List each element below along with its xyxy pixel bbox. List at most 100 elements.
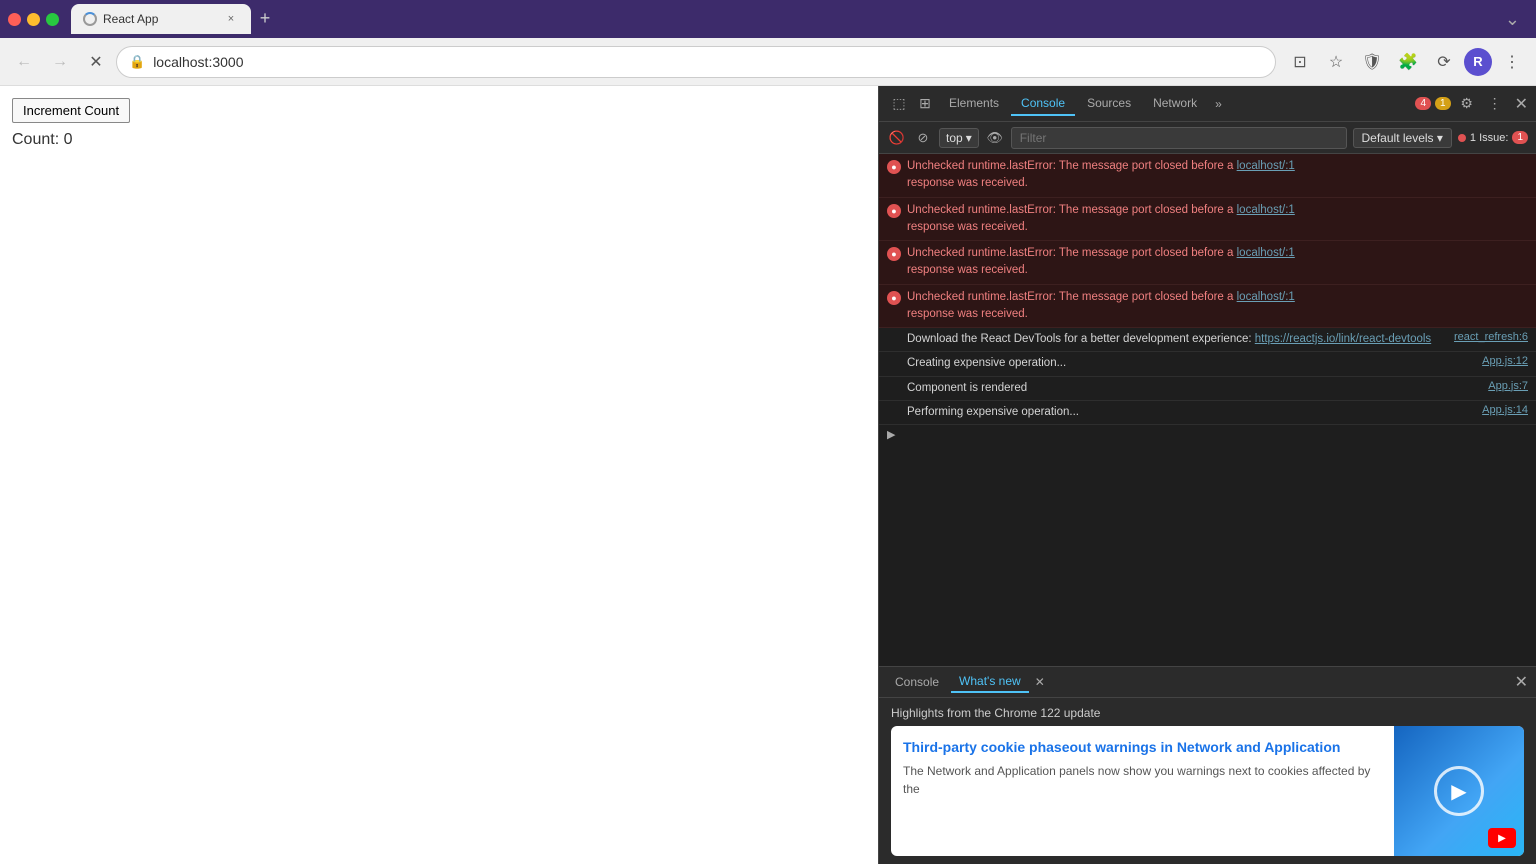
app-js-14-link[interactable]: App.js:14 [1482,404,1528,416]
devtools-msg-text: Download the React DevTools for a better… [907,331,1448,348]
devtools-tab-sources[interactable]: Sources [1077,92,1141,116]
news-card: Third-party cookie phaseout warnings in … [891,726,1524,856]
devtools-responsive-button[interactable]: ⊞ [913,92,937,116]
error-text-1: Unchecked runtime.lastError: The message… [907,158,1528,193]
secure-icon: 🔒 [129,54,145,70]
bottom-panel-close-button[interactable]: ✕ [1515,672,1528,692]
devtools-bottom-panel: Console What's new ✕ ✕ Highlights from t… [879,666,1536,864]
devtools-inspect-button[interactable]: ⬚ [887,92,911,116]
traffic-lights [8,13,59,26]
error-icon-1: ● [887,160,901,174]
devtools-close-button[interactable]: ✕ [1515,94,1528,114]
issue-dot [1458,134,1466,142]
devtools-tab-console[interactable]: Console [1011,92,1075,116]
maximize-window-button[interactable] [46,13,59,26]
reload-button[interactable]: ✕ [80,46,112,78]
cast-button[interactable]: ⊡ [1284,46,1316,78]
news-body: The Network and Application panels now s… [903,762,1382,798]
rendered-text: Component is rendered [907,380,1482,397]
creating-op-text: Creating expensive operation... [907,355,1476,372]
whats-new-content: Highlights from the Chrome 122 update Th… [879,698,1536,864]
devtools-more-button[interactable]: ⋮ [1483,92,1507,116]
browser-menu-dots[interactable]: ⋮ [1496,46,1528,78]
profile-button[interactable]: R [1464,48,1492,76]
extensions-button[interactable]: 🧩 [1392,46,1424,78]
address-bar[interactable]: 🔒 localhost:3000 [116,46,1276,78]
devtools-tab-elements[interactable]: Elements [939,92,1009,116]
console-msg-rendered: Component is rendered App.js:7 [879,377,1536,401]
error-link-2[interactable]: localhost/:1 [1237,204,1295,216]
react-app-area: Increment Count Count: 0 [0,86,878,864]
forward-button[interactable]: → [44,46,76,78]
console-error-2: ● Unchecked runtime.lastError: The messa… [879,198,1536,242]
shield-button[interactable]: 🛡 [1356,46,1388,78]
nav-bar: ← → ✕ 🔒 localhost:3000 ⊡ ☆ 🛡 🧩 ⟳ R ⋮ [0,38,1536,86]
context-label: top [946,131,963,145]
devtools-tab-network[interactable]: Network [1143,92,1207,116]
error-badge: 4 [1415,97,1431,110]
tab-bar: React App × + [71,4,1497,34]
close-window-button[interactable] [8,13,21,26]
play-circle-icon: ▶ [1434,766,1484,816]
error-icon-2: ● [887,204,901,218]
address-text: localhost:3000 [153,54,243,70]
error-icon-3: ● [887,247,901,261]
console-msg-devtools: Download the React DevTools for a better… [879,328,1536,352]
console-expand-arrow[interactable]: ▶ [879,425,1536,444]
main-area: Increment Count Count: 0 ⬚ ⊞ Elements Co… [0,86,1536,864]
devtools-tab-overflow[interactable]: » [1209,97,1228,111]
minimize-window-button[interactable] [27,13,40,26]
react-devtools-link[interactable]: https://reactjs.io/link/react-devtools [1255,333,1431,345]
highlights-title: Highlights from the Chrome 122 update [891,706,1524,720]
browser-window: React App × + ⌄ ← → ✕ 🔒 localhost:3000 ⊡… [0,0,1536,864]
app-js-7-link[interactable]: App.js:7 [1488,380,1528,392]
context-selector[interactable]: top ▾ [939,128,979,148]
error-link-4[interactable]: localhost/:1 [1237,291,1295,303]
console-error-1: ● Unchecked runtime.lastError: The messa… [879,154,1536,198]
console-msg-performing: Performing expensive operation... App.js… [879,401,1536,425]
back-button[interactable]: ← [8,46,40,78]
devtools-panel: ⬚ ⊞ Elements Console Sources Network » 4… [878,86,1536,864]
new-tab-button[interactable]: + [251,4,279,32]
error-icon-4: ● [887,291,901,305]
news-image: ▶ ▶ [1394,726,1524,856]
issue-count-badge: 1 [1512,131,1528,144]
devtools-settings-button[interactable]: ⚙ [1455,92,1479,116]
devtools-header: ⬚ ⊞ Elements Console Sources Network » 4… [879,86,1536,122]
nav-actions: ⊡ ☆ 🛡 🧩 ⟳ R ⋮ [1284,46,1528,78]
console-toolbar: 🚫 ⊘ top ▾ 👁 Default levels ▾ 1 Issue: 1 [879,122,1536,154]
console-clear-button[interactable]: 🚫 [887,128,907,148]
sync-button[interactable]: ⟳ [1428,46,1460,78]
console-messages: ● Unchecked runtime.lastError: The messa… [879,154,1536,666]
error-link-3[interactable]: localhost/:1 [1237,247,1295,259]
issue-indicator: 1 Issue: 1 [1458,131,1528,144]
error-link-1[interactable]: localhost/:1 [1237,160,1295,172]
console-filter-toggle[interactable]: ⊘ [913,128,933,148]
default-levels-label: Default levels ▾ [1362,131,1443,145]
chevron-down-icon: ▾ [966,131,972,145]
filter-input[interactable] [1011,127,1347,149]
tab-close-button[interactable]: × [223,11,239,27]
youtube-play-button[interactable]: ▶ [1488,828,1516,848]
error-text-3: Unchecked runtime.lastError: The message… [907,245,1528,280]
bottom-tabs: Console What's new ✕ ✕ [879,667,1536,698]
default-levels-button[interactable]: Default levels ▾ [1353,128,1452,148]
browser-tab-react-app[interactable]: React App × [71,4,251,34]
warn-badge: 1 [1435,97,1451,110]
react-refresh-source[interactable]: react_refresh:6 [1454,331,1528,343]
issue-label: 1 Issue: [1470,132,1509,144]
error-text-4: Unchecked runtime.lastError: The message… [907,289,1528,324]
news-headline: Third-party cookie phaseout warnings in … [903,738,1382,756]
eye-button[interactable]: 👁 [985,128,1005,148]
bottom-tab-console[interactable]: Console [887,672,947,692]
devtools-header-actions: 4 1 ⚙ ⋮ ✕ [1415,92,1528,116]
bookmark-button[interactable]: ☆ [1320,46,1352,78]
performing-text: Performing expensive operation... [907,404,1476,421]
console-error-4: ● Unchecked runtime.lastError: The messa… [879,285,1536,329]
browser-menu-button[interactable]: ⌄ [1505,9,1528,30]
app-js-12-link[interactable]: App.js:12 [1482,355,1528,367]
whats-new-close-button[interactable]: ✕ [1035,675,1045,689]
error-text-2: Unchecked runtime.lastError: The message… [907,202,1528,237]
increment-count-button[interactable]: Increment Count [12,98,130,123]
bottom-tab-whats-new[interactable]: What's new [951,671,1029,693]
